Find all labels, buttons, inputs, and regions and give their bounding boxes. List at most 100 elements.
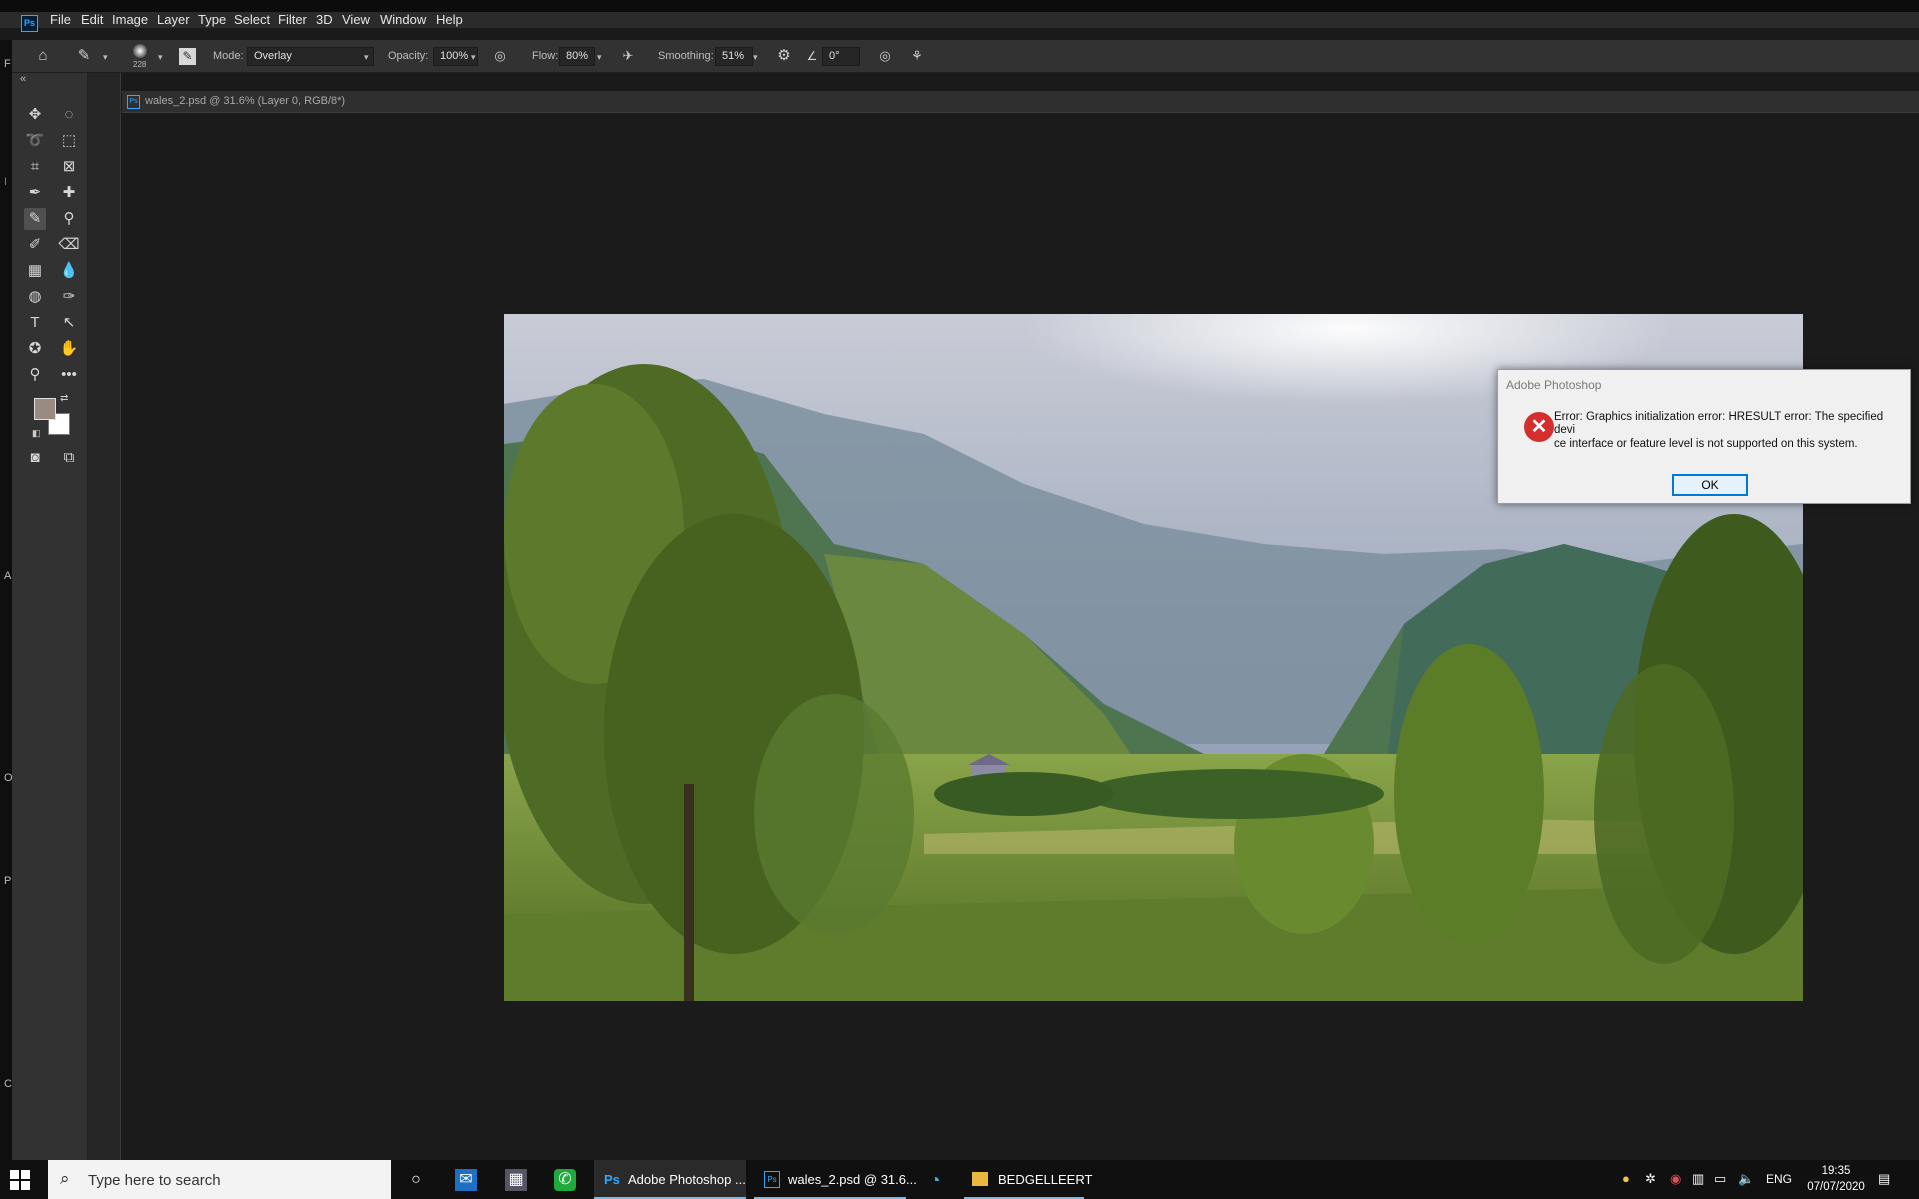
chevron-down-icon: ▾ (364, 52, 369, 62)
dodge-tool-icon[interactable]: ◍ (24, 286, 46, 308)
taskbar-app-label: Adobe Photoshop ... (628, 1172, 746, 1187)
smoothing-label: Smoothing: (658, 50, 714, 62)
taskbar-app-label: wales_2.psd @ 31.6... (788, 1172, 917, 1187)
type-tool-icon[interactable]: T (24, 312, 46, 334)
app-icon[interactable]: ▦ (505, 1169, 527, 1191)
document-title: wales_2.psd @ 31.6% (Layer 0, RGB/8*) (145, 95, 346, 107)
mode-label: Mode: (213, 50, 244, 62)
strip-letter: A (4, 570, 12, 582)
menu-edit[interactable]: Edit (81, 12, 103, 28)
error-message-line: Error: Graphics initialization error: HR… (1554, 411, 1884, 436)
chevron-down-icon[interactable]: ▾ (158, 52, 163, 63)
error-message-line: ce interface or feature level is not sup… (1554, 438, 1858, 450)
quick-mask-icon[interactable]: ◙ (24, 447, 46, 469)
foreground-color-swatch[interactable] (34, 398, 56, 420)
gradient-tool-icon[interactable]: ▦ (24, 260, 46, 282)
menu-window[interactable]: Window (380, 12, 426, 28)
blur-tool-icon[interactable]: 💧 (58, 260, 80, 282)
photoshop-doc-icon: Ps (764, 1171, 780, 1188)
notifications-icon[interactable]: ▤ (1878, 1171, 1890, 1187)
frame-tool-icon[interactable]: ⊠ (58, 156, 80, 178)
taskbar-app-explorer[interactable]: BEDGELLEERT (964, 1160, 1092, 1199)
brush-preset-icon[interactable] (133, 44, 147, 58)
chevron-down-icon[interactable]: ▾ (753, 52, 758, 63)
document-tab[interactable]: Ps wales_2.psd @ 31.6% (Layer 0, RGB/8*) (122, 91, 1919, 113)
angle-icon: ∠ (806, 49, 818, 63)
menu-view[interactable]: View (342, 12, 370, 28)
airbrush-icon[interactable]: ✈ (619, 47, 637, 65)
whatsapp-icon[interactable]: ✆ (554, 1169, 576, 1191)
object-selection-tool-icon[interactable]: ⬚ (58, 130, 80, 152)
taskbar-app-document[interactable]: Ps wales_2.psd @ 31.6... (754, 1160, 917, 1199)
mail-icon[interactable]: ✉ (455, 1169, 477, 1191)
edge-browser-icon[interactable]: ◔ (924, 1169, 946, 1191)
path-selection-tool-icon[interactable]: ↖ (58, 312, 80, 334)
tray-app-icon[interactable]: ◉ (1670, 1171, 1681, 1187)
tray-app-icon[interactable]: ▥ (1692, 1171, 1704, 1187)
windows-start-icon[interactable] (10, 1170, 30, 1190)
marquee-tool-icon[interactable]: ◌ (58, 104, 80, 126)
menu-image[interactable]: Image (112, 12, 148, 28)
menu-file[interactable]: File (50, 12, 71, 28)
chevron-down-icon[interactable]: ▾ (597, 52, 602, 63)
tray-app-icon[interactable]: ✲ (1645, 1171, 1656, 1187)
move-tool-icon[interactable]: ✥ (24, 104, 46, 126)
brush-tool-icon[interactable]: ✎ (24, 208, 46, 230)
healing-brush-tool-icon[interactable]: ✚ (58, 182, 80, 204)
menu-3d[interactable]: 3D (316, 12, 333, 28)
clock[interactable]: 19:35 07/07/2020 (1801, 1163, 1871, 1195)
menu-layer[interactable]: Layer (157, 12, 190, 28)
mode-select[interactable]: Overlay (247, 47, 374, 66)
angle-input[interactable]: 0° (822, 47, 860, 66)
hand-tool-icon[interactable]: ✋ (58, 338, 80, 360)
photoshop-logo-icon[interactable]: Ps (21, 15, 38, 32)
menu-help[interactable]: Help (436, 12, 463, 28)
lasso-tool-icon[interactable]: ➰ (24, 130, 46, 152)
pressure-size-icon[interactable]: ◎ (875, 47, 895, 65)
language-indicator[interactable]: ENG (1766, 1172, 1792, 1186)
menu-select[interactable]: Select (234, 12, 270, 28)
gear-icon[interactable]: ⚙ (775, 47, 793, 65)
strip-letter: I (4, 176, 8, 188)
default-colors-icon[interactable]: ◧ (32, 428, 41, 439)
taskbar-app-photoshop[interactable]: Ps Adobe Photoshop ... (594, 1160, 746, 1199)
taskbar-search[interactable]: ⌕ Type here to search (48, 1160, 391, 1199)
eraser-tool-icon[interactable]: ⌫ (58, 234, 80, 256)
shape-tool-icon[interactable]: ✪ (24, 338, 46, 360)
network-icon[interactable]: ▭ (1714, 1171, 1726, 1187)
search-placeholder: Type here to search (88, 1172, 221, 1189)
swap-colors-icon[interactable]: ⇄ (60, 393, 68, 404)
zoom-tool-icon[interactable]: ⚲ (24, 364, 46, 386)
collapse-panel-icon[interactable]: « (20, 73, 26, 85)
history-brush-tool-icon[interactable]: ✐ (24, 234, 46, 256)
home-icon[interactable]: ⌂ (32, 47, 54, 65)
taskbar: ⌕ Type here to search ○ ✉ ▦ ✆ Ps Adobe P… (0, 1160, 1919, 1199)
pen-tool-icon[interactable]: ✑ (58, 286, 80, 308)
chevron-down-icon[interactable]: ▾ (471, 52, 476, 63)
volume-icon[interactable]: 🔈 (1738, 1171, 1754, 1187)
clock-date: 07/07/2020 (1807, 1181, 1865, 1193)
flow-input[interactable]: 80% (559, 47, 595, 66)
clone-stamp-tool-icon[interactable]: ⚲ (58, 208, 80, 230)
error-message: Error: Graphics initialization error: HR… (1554, 411, 1902, 451)
menu-type[interactable]: Type (198, 12, 226, 28)
psd-file-icon: Ps (127, 95, 140, 109)
menu-filter[interactable]: Filter (278, 12, 307, 28)
strip-letter: C (4, 1078, 12, 1090)
brush-tool-icon[interactable]: ✎ (75, 47, 93, 65)
weather-icon[interactable]: ● (1622, 1171, 1630, 1186)
error-icon: ✕ (1524, 412, 1554, 442)
clock-time: 19:35 (1821, 1165, 1851, 1177)
more-tools-icon[interactable]: ••• (58, 364, 80, 386)
cortana-icon[interactable]: ○ (405, 1169, 427, 1191)
brush-settings-panel-icon[interactable]: ✎ (179, 48, 196, 65)
symmetry-icon[interactable]: ⚘ (907, 47, 927, 65)
chevron-down-icon[interactable]: ▾ (103, 52, 108, 63)
strip-letter: F (4, 58, 11, 70)
smoothing-input[interactable]: 51% (715, 47, 753, 66)
crop-tool-icon[interactable]: ⌗ (24, 156, 46, 178)
ok-button[interactable]: OK (1672, 474, 1748, 496)
eyedropper-tool-icon[interactable]: ✒ (24, 182, 46, 204)
screen-mode-icon[interactable]: ⧉ (58, 447, 80, 469)
pressure-opacity-icon[interactable]: ◎ (491, 47, 509, 65)
